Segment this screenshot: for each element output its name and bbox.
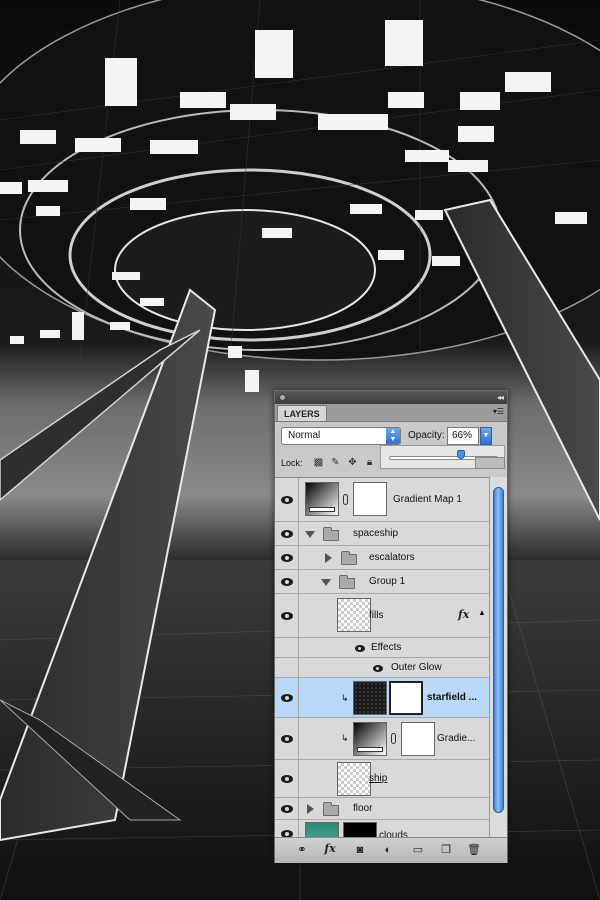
- lock-label: Lock:: [281, 458, 303, 468]
- layer-thumbnail: [337, 598, 371, 632]
- layer-thumbnail: [337, 762, 371, 796]
- effect-row-effects[interactable]: Effects: [275, 638, 489, 658]
- visibility-eye-icon[interactable]: [281, 693, 293, 702]
- collapse-arrows-icon[interactable]: ◂◂: [497, 391, 504, 404]
- effect-eye-icon[interactable]: [355, 644, 365, 652]
- add-layer-style-icon[interactable]: fx: [323, 843, 337, 855]
- visibility-eye-icon[interactable]: [281, 529, 293, 538]
- expand-down-icon[interactable]: [321, 579, 331, 586]
- layer-row-group-1[interactable]: Group 1: [275, 570, 489, 594]
- panel-menu-icon[interactable]: ▾☰: [493, 407, 504, 417]
- layer-name: Gradient Map 1: [393, 494, 462, 505]
- expand-right-icon[interactable]: [325, 553, 332, 563]
- panel-tab-row: LAYERS ▾☰: [275, 404, 507, 422]
- layer-row-gradient-map[interactable]: Gradient Map 1: [275, 478, 489, 522]
- new-layer-icon[interactable]: ❐: [439, 844, 453, 856]
- outer-glow-label: Outer Glow: [391, 662, 442, 673]
- layers-panel: ◂◂ LAYERS ▾☰ Normal ▲ ▼ Opacity: 66% ▼ Lo…: [274, 390, 508, 863]
- visibility-eye-icon[interactable]: [281, 804, 293, 813]
- layer-name: floor: [353, 803, 373, 814]
- layer-name: starfield ...: [427, 692, 478, 703]
- clipping-arrow-icon: ↳: [341, 733, 349, 743]
- layer-row-escalators[interactable]: escalators: [275, 546, 489, 570]
- lock-move-icon[interactable]: ✥: [347, 457, 358, 468]
- visibility-eye-icon[interactable]: [281, 611, 293, 620]
- tab-layers[interactable]: LAYERS: [277, 405, 327, 421]
- lock-brush-icon[interactable]: ✎: [330, 457, 341, 468]
- link-layers-icon[interactable]: ⚭: [295, 844, 309, 856]
- visibility-eye-icon[interactable]: [281, 774, 293, 783]
- lock-transparency-icon[interactable]: ▩: [313, 457, 324, 468]
- fx-expand-icon[interactable]: ▲: [478, 608, 486, 617]
- folder-icon: [323, 802, 339, 816]
- visibility-eye-icon[interactable]: [281, 553, 293, 562]
- fx-icon[interactable]: fx: [458, 608, 469, 621]
- expand-down-icon[interactable]: [305, 531, 315, 538]
- layer-name: ship: [369, 773, 388, 784]
- layer-name: escalators: [369, 552, 415, 563]
- blend-mode-value: Normal: [288, 430, 321, 441]
- layer-row-starfield[interactable]: ↳ starfield ...: [275, 678, 489, 718]
- scroll-thumb[interactable]: [493, 487, 504, 813]
- folder-icon: [341, 551, 357, 565]
- adjustment-layer-icon[interactable]: ◐: [381, 844, 395, 856]
- layer-mask-thumbnail: [353, 482, 387, 516]
- layer-name: fills: [369, 610, 384, 621]
- layer-thumbnail: [353, 681, 387, 715]
- effect-row-outer-glow[interactable]: Outer Glow: [275, 658, 489, 678]
- layer-mask-thumbnail: [343, 822, 377, 838]
- layer-thumbnail: [305, 822, 339, 838]
- layer-name: Gradie...: [437, 733, 476, 744]
- layers-list: Gradient Map 1 spaceship escalators Grou…: [275, 477, 507, 838]
- layer-row-clouds[interactable]: clouds: [275, 820, 489, 838]
- layers-scrollbar[interactable]: [489, 477, 507, 837]
- clipping-arrow-icon: ↳: [341, 693, 349, 703]
- visibility-eye-icon[interactable]: [281, 495, 293, 504]
- lock-all-icon[interactable]: 🔒︎: [364, 457, 375, 468]
- opacity-input[interactable]: 66%: [447, 427, 479, 445]
- close-icon[interactable]: [279, 394, 286, 401]
- fill-input[interactable]: [475, 457, 505, 469]
- folder-icon: [339, 575, 355, 589]
- link-chain-icon[interactable]: [343, 494, 348, 505]
- link-chain-icon[interactable]: [391, 733, 396, 744]
- visibility-eye-icon[interactable]: [281, 577, 293, 586]
- adjustment-thumbnail: [305, 482, 339, 516]
- panel-titlebar[interactable]: ◂◂: [275, 391, 507, 404]
- opacity-dropdown-button[interactable]: ▼: [480, 427, 492, 445]
- visibility-eye-icon[interactable]: [281, 734, 293, 743]
- layer-row-fills[interactable]: fills fx ▲: [275, 594, 489, 638]
- layer-row-ship[interactable]: ship: [275, 760, 489, 798]
- layer-name: spaceship: [353, 528, 399, 539]
- effects-label: Effects: [371, 642, 402, 653]
- panel-bottom-toolbar: ⚭ fx ◙ ◐ ▭ ❐ 🗑︎: [275, 837, 507, 863]
- effect-eye-icon[interactable]: [373, 664, 383, 672]
- blend-mode-stepper-icon: ▲ ▼: [386, 428, 400, 444]
- layer-row-floor[interactable]: floor: [275, 798, 489, 820]
- layer-row-spaceship[interactable]: spaceship: [275, 522, 489, 546]
- blend-mode-select[interactable]: Normal ▲ ▼: [281, 427, 401, 445]
- trash-icon[interactable]: 🗑︎: [467, 844, 481, 856]
- new-group-icon[interactable]: ▭: [411, 844, 425, 856]
- add-mask-icon[interactable]: ◙: [353, 844, 367, 856]
- adjustment-thumbnail: [353, 722, 387, 756]
- opacity-slider-thumb[interactable]: [456, 450, 465, 459]
- layer-name: Group 1: [369, 576, 406, 587]
- expand-right-icon[interactable]: [307, 804, 314, 814]
- folder-icon: [323, 527, 339, 541]
- opacity-label: Opacity:: [408, 430, 445, 441]
- layer-row-gradient[interactable]: ↳ Gradie...: [275, 718, 489, 760]
- layer-mask-thumbnail: [401, 722, 435, 756]
- layer-mask-thumbnail: [389, 681, 423, 715]
